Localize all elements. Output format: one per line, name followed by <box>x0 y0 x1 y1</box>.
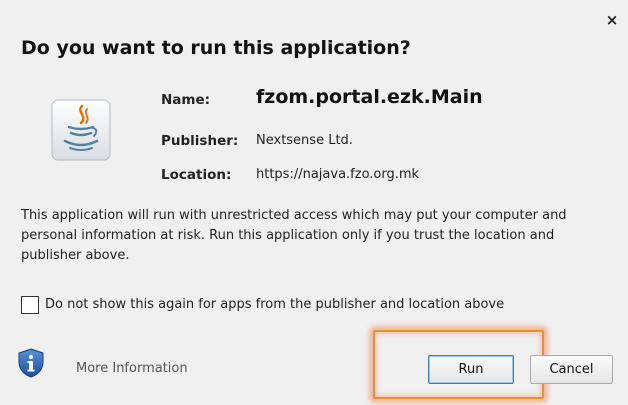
publisher-label: Publisher: <box>161 133 239 149</box>
name-label: Name: <box>161 92 211 108</box>
dont-show-again-label[interactable]: Do not show this again for apps from the… <box>45 297 504 312</box>
security-dialog: × Do you want to run this application? N… <box>0 0 628 405</box>
java-icon <box>51 99 111 161</box>
location-value: https://najava.fzo.org.mk <box>256 167 420 182</box>
warning-text: This application will run with unrestric… <box>21 208 567 263</box>
location-label: Location: <box>161 167 232 183</box>
dont-show-again-checkbox[interactable] <box>21 296 39 314</box>
close-button[interactable]: × <box>604 12 620 28</box>
shield-info-icon[interactable] <box>18 348 44 378</box>
publisher-value: Nextsense Ltd. <box>256 133 353 148</box>
name-value: fzom.portal.ezk.Main <box>256 86 483 108</box>
cancel-button[interactable]: Cancel <box>530 355 613 384</box>
run-button[interactable]: Run <box>428 355 514 384</box>
dialog-title: Do you want to run this application? <box>21 37 411 59</box>
more-information-link[interactable]: More Information <box>76 361 188 376</box>
